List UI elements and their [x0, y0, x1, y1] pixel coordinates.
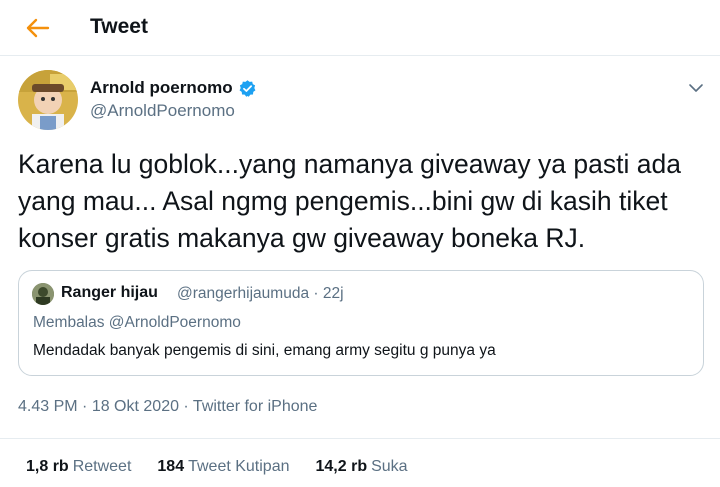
- tweet-stats: 1,8 rb Retweet 184 Tweet Kutipan 14,2 rb Su…: [26, 458, 408, 476]
- page-title: Tweet: [90, 15, 148, 38]
- quote-reply-to: Membalas @ArnoldPoernomo: [33, 314, 241, 331]
- quoted-tweet[interactable]: Ranger hijau @rangerhijaumuda · 22j Memb…: [18, 270, 704, 376]
- quote-handle-time: @rangerhijaumuda · 22j: [177, 285, 344, 302]
- quote-avatar: [32, 283, 54, 305]
- back-button[interactable]: [20, 12, 56, 44]
- quote-author-name: Ranger hijau: [61, 284, 158, 301]
- verified-badge-icon: [239, 79, 256, 97]
- author-name-row[interactable]: Arnold poernomo: [90, 78, 257, 98]
- top-bar: Tweet: [0, 0, 720, 56]
- meta-separator: ·: [77, 398, 92, 415]
- chevron-down-icon: [689, 84, 703, 92]
- author-avatar[interactable]: [18, 70, 78, 130]
- arrow-left-icon: [26, 18, 50, 38]
- tweet-meta: 4.43 PM · 18 Okt 2020 · Twitter for iPho…: [18, 398, 317, 416]
- tweet-text: Karena lu goblok...yang namanya giveaway…: [18, 149, 681, 253]
- more-options-button[interactable]: [682, 74, 710, 102]
- meta-separator: ·: [178, 398, 193, 415]
- divider: [0, 438, 720, 439]
- quote-tweet-count[interactable]: 184 Tweet Kutipan: [157, 458, 289, 476]
- quote-text: Mendadak banyak pengemis di sini, emang …: [33, 342, 496, 359]
- like-count[interactable]: 14,2 rb Suka: [316, 458, 408, 476]
- retweet-count[interactable]: 1,8 rb Retweet: [26, 458, 131, 476]
- tweet-time[interactable]: 4.43 PM: [18, 398, 78, 415]
- tweet-date[interactable]: 18 Okt 2020: [92, 398, 179, 415]
- tweet-source[interactable]: Twitter for iPhone: [193, 398, 318, 415]
- author-handle[interactable]: @ArnoldPoernomo: [90, 101, 235, 121]
- author-name: Arnold poernomo: [90, 78, 233, 97]
